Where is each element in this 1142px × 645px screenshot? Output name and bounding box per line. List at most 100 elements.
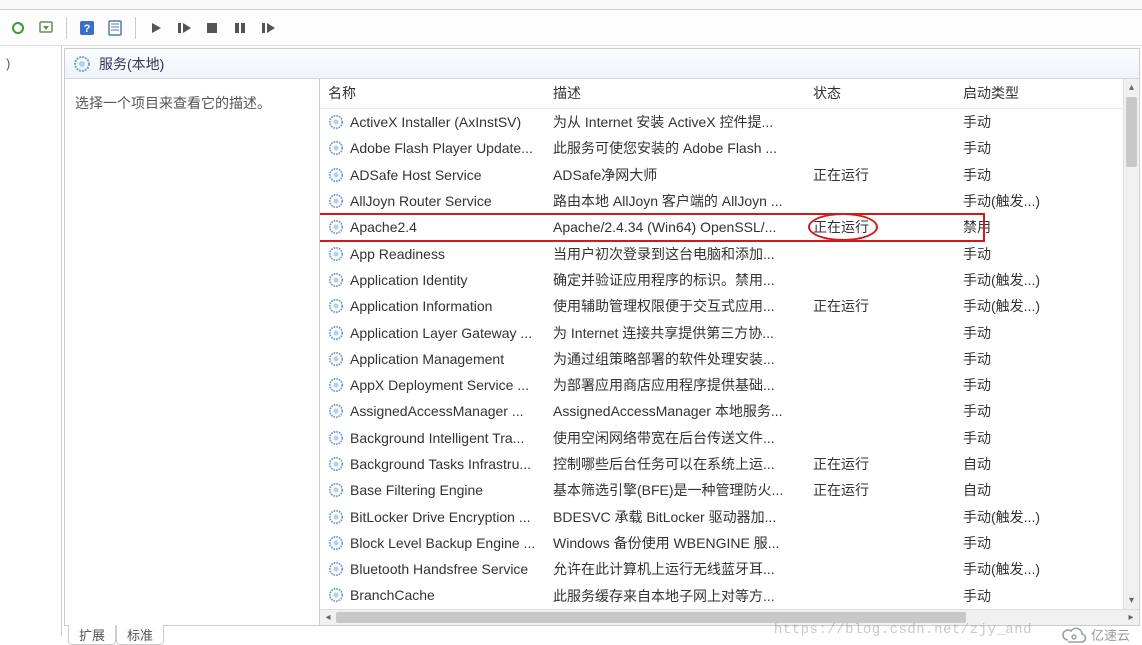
service-state-cell: 正在运行 xyxy=(805,161,955,189)
restart-button[interactable] xyxy=(256,16,280,40)
service-startup-cell: 手动(触发...) xyxy=(955,503,1050,531)
service-desc-cell: ADSafe净网大师 xyxy=(545,161,805,189)
service-row[interactable]: AssignedAccessManager ...AssignedAccessM… xyxy=(320,398,1139,424)
service-state-cell xyxy=(805,144,955,152)
service-startup-cell: 手动 xyxy=(955,319,1050,347)
service-state-cell xyxy=(805,250,955,258)
service-desc-cell: 路由本地 AllJoyn 客户端的 AllJoyn ... xyxy=(545,187,805,215)
service-row[interactable]: Application Identity确定并验证应用程序的标识。禁用... 手动… xyxy=(320,267,1139,293)
service-name-cell: Application Identity xyxy=(320,268,545,292)
service-name-cell: Base Filtering Engine xyxy=(320,478,545,502)
properties-button[interactable] xyxy=(103,16,127,40)
column-headers[interactable]: 名称 描述 状态 启动类型 xyxy=(320,79,1139,109)
col-description[interactable]: 描述 xyxy=(545,79,805,108)
detail-pane: 选择一个项目来查看它的描述。 xyxy=(65,79,320,625)
service-row[interactable]: Bluetooth Handsfree Service允许在此计算机上运行无线蓝… xyxy=(320,556,1139,582)
stop-button[interactable] xyxy=(200,16,224,40)
service-desc-cell: 允许在此计算机上运行无线蓝牙耳... xyxy=(545,555,805,583)
scroll-down-arrow[interactable]: ▾ xyxy=(1124,593,1139,609)
service-row[interactable]: ADSafe Host ServiceADSafe净网大师正在运行手动 xyxy=(320,162,1139,188)
scroll-left-arrow[interactable]: ◂ xyxy=(320,609,336,625)
service-row[interactable]: Apache2.4Apache/2.4.34 (Win64) OpenSSL/.… xyxy=(320,214,1139,240)
pause-play-button[interactable] xyxy=(172,16,196,40)
tree-pane[interactable]: ) xyxy=(0,46,62,636)
service-state-cell xyxy=(805,118,955,126)
detail-hint: 选择一个项目来查看它的描述。 xyxy=(75,95,271,111)
service-name-cell: AllJoyn Router Service xyxy=(320,189,545,213)
watermark-url: https://blog.csdn.net/zjy_and xyxy=(774,622,1032,638)
service-state-cell xyxy=(805,381,955,389)
start-button[interactable] xyxy=(144,16,168,40)
service-desc-cell: 此服务缓存来自本地子网上对等方... xyxy=(545,582,805,609)
export-button[interactable] xyxy=(34,16,58,40)
service-row[interactable]: Background Tasks Infrastru...控制哪些后台任务可以在… xyxy=(320,451,1139,477)
service-row[interactable]: Application Layer Gateway ...为 Internet … xyxy=(320,319,1139,345)
service-name-cell: Application Management xyxy=(320,347,545,371)
service-name-cell: ActiveX Installer (AxInstSV) xyxy=(320,110,545,134)
svg-text:?: ? xyxy=(84,23,91,35)
service-state-cell: 正在运行 xyxy=(805,450,955,478)
service-row[interactable]: Block Level Backup Engine ...Windows 备份使… xyxy=(320,530,1139,556)
body-split: 选择一个项目来查看它的描述。 名称 描述 状态 启动类型 ActiveX Ins… xyxy=(65,79,1139,625)
service-startup-cell: 手动(触发...) xyxy=(955,266,1050,294)
service-name-cell: Block Level Backup Engine ... xyxy=(320,531,545,555)
services-icon xyxy=(73,55,91,73)
scroll-right-arrow[interactable]: ▸ xyxy=(1123,609,1139,625)
service-name-cell: BitLocker Drive Encryption ... xyxy=(320,505,545,529)
service-startup-cell: 手动 xyxy=(955,134,1050,162)
service-row[interactable]: BranchCache此服务缓存来自本地子网上对等方...手动 xyxy=(320,582,1139,608)
service-row[interactable]: BitLocker Drive Encryption ...BDESVC 承载 … xyxy=(320,503,1139,529)
toolbar: ? xyxy=(0,10,1142,46)
service-startup-cell: 自动 xyxy=(955,476,1050,504)
scroll-thumb-h[interactable] xyxy=(336,612,966,623)
service-startup-cell: 手动(触发...) xyxy=(955,292,1050,320)
service-row[interactable]: App Readiness当用户初次登录到这台电脑和添加...手动 xyxy=(320,240,1139,266)
scrollbar-vertical[interactable]: ▴ ▾ xyxy=(1123,79,1139,609)
service-desc-cell: 为部署应用商店应用程序提供基础... xyxy=(545,371,805,399)
service-name-cell: Bluetooth Handsfree Service xyxy=(320,557,545,581)
scroll-thumb-v[interactable] xyxy=(1126,97,1137,167)
service-state-cell xyxy=(805,407,955,415)
service-desc-cell: 为通过组策略部署的软件处理安装... xyxy=(545,345,805,373)
service-state-cell xyxy=(805,276,955,284)
tab-standard[interactable]: 标准 xyxy=(116,625,164,645)
scroll-up-arrow[interactable]: ▴ xyxy=(1124,79,1139,95)
menu-edge xyxy=(0,0,1142,10)
pause-button[interactable] xyxy=(228,16,252,40)
col-startup[interactable]: 启动类型 xyxy=(955,79,1050,108)
tab-extended[interactable]: 扩展 xyxy=(68,625,116,645)
service-state-cell xyxy=(805,329,955,337)
service-row[interactable]: Adobe Flash Player Update...此服务可使您安装的 Ad… xyxy=(320,135,1139,161)
service-name-cell: Application Layer Gateway ... xyxy=(320,321,545,345)
service-name-cell: Apache2.4 xyxy=(320,215,545,239)
refresh-button[interactable] xyxy=(6,16,30,40)
service-desc-cell: 当用户初次登录到这台电脑和添加... xyxy=(545,240,805,268)
service-state-cell xyxy=(805,355,955,363)
service-desc-cell: 此服务可使您安装的 Adobe Flash ... xyxy=(545,134,805,162)
service-row[interactable]: AppX Deployment Service ...为部署应用商店应用程序提供… xyxy=(320,372,1139,398)
service-state-cell xyxy=(805,565,955,573)
service-row[interactable]: Application Information使用辅助管理权限便于交互式应用..… xyxy=(320,293,1139,319)
tree-fragment: ) xyxy=(6,56,10,71)
service-desc-cell: 基本筛选引擎(BFE)是一种管理防火... xyxy=(545,476,805,504)
service-list[interactable]: 名称 描述 状态 启动类型 ActiveX Installer (AxInstS… xyxy=(320,79,1139,625)
service-desc-cell: Windows 备份使用 WBENGINE 服... xyxy=(545,529,805,557)
service-startup-cell: 手动 xyxy=(955,582,1050,609)
service-state-cell: 正在运行 xyxy=(805,213,955,241)
service-name-cell: AppX Deployment Service ... xyxy=(320,373,545,397)
col-status[interactable]: 状态 xyxy=(805,79,955,108)
service-state-cell: 正在运行 xyxy=(805,476,955,504)
service-row[interactable]: Base Filtering Engine基本筛选引擎(BFE)是一种管理防火.… xyxy=(320,477,1139,503)
help-button[interactable]: ? xyxy=(75,16,99,40)
service-row[interactable]: Background Intelligent Tra...使用空闲网络带宽在后台… xyxy=(320,425,1139,451)
service-row[interactable]: Application Management为通过组策略部署的软件处理安装...… xyxy=(320,346,1139,372)
service-row[interactable]: ActiveX Installer (AxInstSV)为从 Internet … xyxy=(320,109,1139,135)
pane-header: 服务(本地) xyxy=(65,49,1139,79)
col-name[interactable]: 名称 xyxy=(320,79,545,108)
service-startup-cell: 禁用 xyxy=(955,213,1050,241)
service-row[interactable]: AllJoyn Router Service路由本地 AllJoyn 客户端的 … xyxy=(320,188,1139,214)
service-startup-cell: 手动 xyxy=(955,529,1050,557)
toolbar-separator xyxy=(66,17,67,39)
service-state-cell xyxy=(805,197,955,205)
service-desc-cell: 确定并验证应用程序的标识。禁用... xyxy=(545,266,805,294)
